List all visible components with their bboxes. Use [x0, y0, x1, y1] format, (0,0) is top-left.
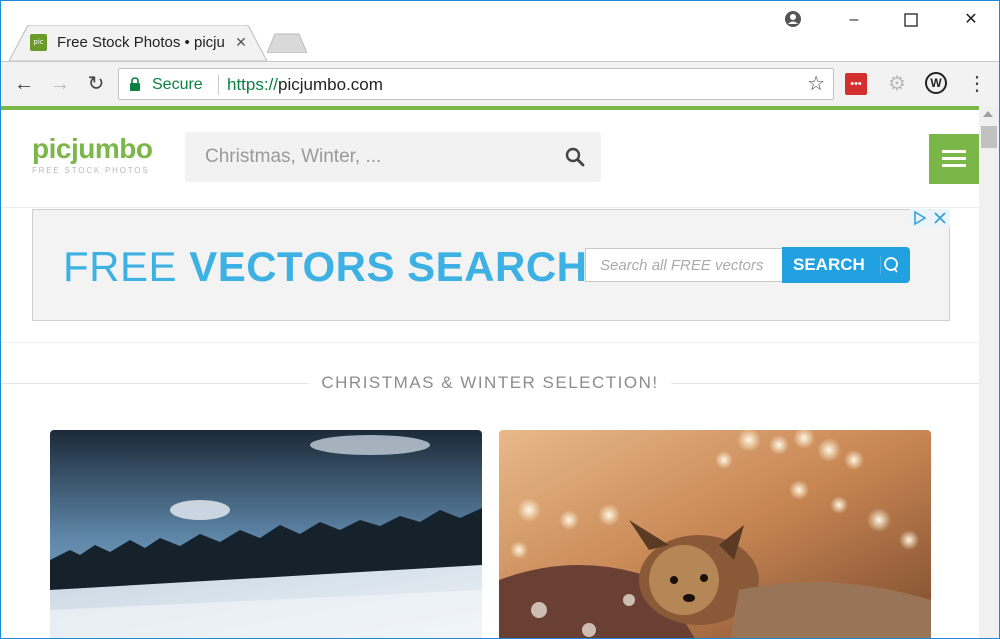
reload-icon[interactable]: ↻ — [83, 71, 109, 97]
ad-choices-icon[interactable] — [910, 209, 950, 227]
w-extension-icon[interactable]: W — [925, 72, 947, 94]
browser-window: pic Free Stock Photos • picjumbo ✕ – ✕ ←… — [0, 0, 1000, 639]
ad-banner[interactable]: FREE VECTORS SEARCH Search all FREE vect… — [32, 209, 950, 321]
address-bar[interactable]: Secure https://picjumbo.com ☆ — [118, 68, 834, 100]
section-heading-text: CHRISTMAS & WINTER SELECTION! — [309, 373, 671, 392]
forward-icon[interactable]: → — [47, 71, 73, 97]
scroll-up-arrow-icon[interactable] — [983, 111, 993, 117]
omnibox-separator — [218, 75, 219, 95]
profile-icon[interactable] — [778, 9, 808, 31]
site-logo[interactable]: picjumbo FREE STOCK PHOTOS — [32, 133, 153, 176]
ad-search-button[interactable]: SEARCH — [782, 247, 910, 283]
ad-headline-light: FREE — [63, 243, 190, 290]
search-icon[interactable] — [565, 147, 585, 167]
back-icon[interactable]: ← — [11, 71, 37, 97]
bookmark-star-icon[interactable]: ☆ — [807, 74, 825, 94]
url-host: picjumbo.com — [278, 75, 383, 94]
ad-headline: FREE VECTORS SEARCH — [63, 244, 587, 290]
tab-title: Free Stock Photos • picjumbo — [57, 34, 225, 51]
page-content: picjumbo FREE STOCK PHOTOS FREE VECTORS … — [1, 110, 979, 639]
new-tab-button[interactable] — [267, 33, 307, 53]
site-search-box — [185, 132, 601, 182]
ad-headline-bold: VECTORS SEARCH — [189, 243, 588, 290]
lastpass-extension-icon[interactable]: ••• — [845, 73, 867, 95]
logo-text: picjumbo — [32, 133, 153, 164]
ad-search-input[interactable]: Search all FREE vectors — [585, 248, 783, 282]
lock-icon — [130, 77, 140, 91]
tab-close-icon[interactable]: ✕ — [233, 33, 249, 51]
gear-extension-icon[interactable]: ⚙ — [885, 72, 909, 96]
maximize-icon[interactable] — [896, 9, 926, 31]
close-window-icon[interactable]: ✕ — [956, 9, 986, 31]
favicon-icon: pic — [30, 34, 47, 51]
scroll-thumb[interactable] — [981, 126, 997, 148]
site-search-input[interactable] — [205, 144, 545, 170]
photo-card-ski-slope[interactable] — [50, 430, 482, 639]
url-scheme: https:// — [227, 75, 279, 94]
header-divider — [1, 207, 979, 208]
logo-tagline: FREE STOCK PHOTOS — [32, 166, 150, 175]
vertical-scrollbar[interactable] — [979, 106, 999, 638]
hamburger-menu-button[interactable] — [929, 134, 979, 184]
secure-label: Secure — [152, 76, 203, 93]
browser-toolbar: ← → ↻ Secure https://picjumbo.com ☆ ••• … — [1, 61, 999, 106]
browser-menu-icon[interactable]: ⋮ — [967, 71, 987, 97]
section-heading: CHRISTMAS & WINTER SELECTION! — [1, 372, 979, 394]
photo-card-dog-bokeh[interactable] — [499, 430, 931, 639]
minimize-icon[interactable]: – — [839, 9, 869, 31]
url-text[interactable]: https://picjumbo.com — [227, 76, 383, 94]
ad-search-icon — [880, 256, 898, 274]
title-bar: pic Free Stock Photos • picjumbo ✕ – ✕ — [1, 1, 999, 61]
ad-search-button-label: SEARCH — [793, 255, 865, 274]
ad-section-divider — [1, 342, 979, 343]
